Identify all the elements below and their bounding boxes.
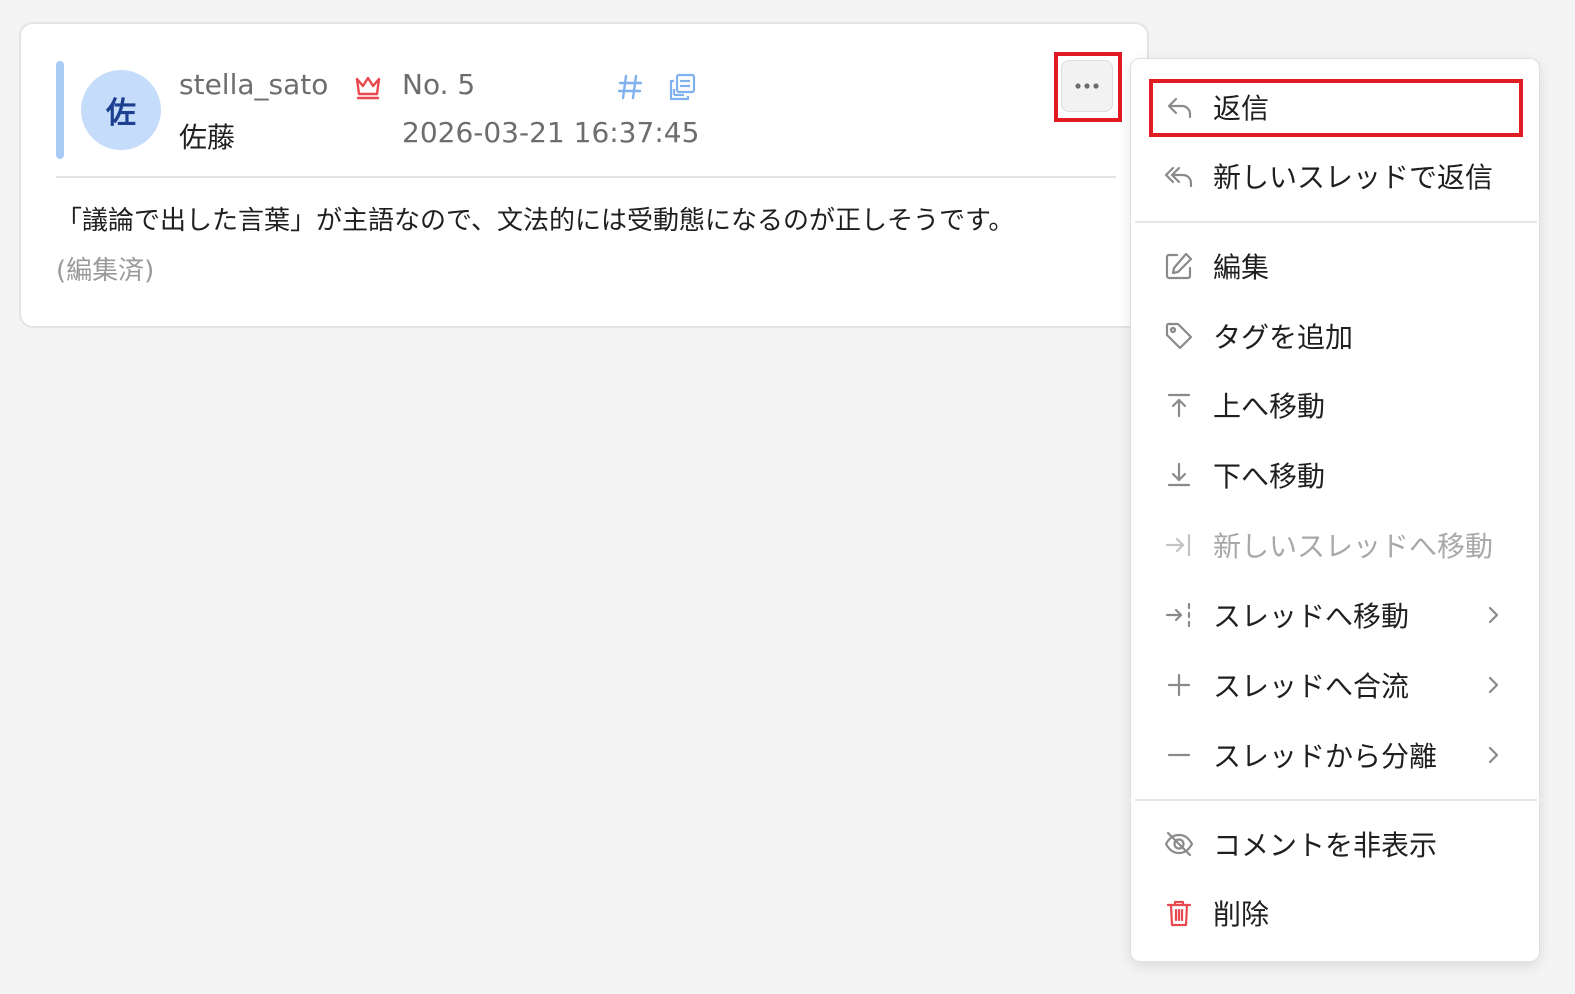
chevron-right-icon — [1488, 606, 1499, 624]
menu-item-reply[interactable]: 返信 — [1131, 75, 1539, 139]
username: stella_sato — [179, 68, 329, 101]
plus-icon — [1163, 669, 1195, 701]
menu-item-split-thread[interactable]: スレッドから分離 — [1131, 723, 1539, 787]
chevron-right-icon — [1488, 676, 1499, 694]
menu-item-label: 削除 — [1213, 898, 1270, 931]
menu-item-label: 編集 — [1213, 251, 1270, 284]
menu-item-label: スレッドへ移動 — [1213, 600, 1410, 633]
menu-item-move-new-thread[interactable]: 新しいスレッドへ移動 — [1131, 513, 1539, 577]
menu-item-label: 新しいスレッドへ移動 — [1213, 530, 1494, 563]
hash-icon[interactable] — [615, 72, 645, 102]
menu-item-label: スレッドへ合流 — [1213, 670, 1410, 703]
chevron-right-icon — [1488, 746, 1499, 764]
crown-icon — [355, 76, 381, 100]
menu-divider — [1135, 221, 1537, 223]
card-divider — [56, 176, 1116, 178]
menu-item-label: 上へ移動 — [1213, 390, 1326, 423]
menu-item-move-down[interactable]: 下へ移動 — [1131, 443, 1539, 507]
comment-card: 佐 stella_sato 佐藤 No. 5 2026-03-21 16:37:… — [19, 22, 1149, 328]
menu-item-move-up[interactable]: 上へ移動 — [1131, 373, 1539, 437]
copy-icon[interactable] — [666, 71, 698, 103]
minus-icon — [1163, 739, 1195, 771]
avatar-initial: 佐 — [106, 96, 136, 131]
edited-label: (編集済) — [56, 256, 155, 286]
menu-item-label: タグを追加 — [1213, 321, 1354, 354]
thread-accent-bar — [56, 61, 64, 159]
trash-icon — [1163, 897, 1195, 929]
post-number: No. 5 — [402, 68, 476, 101]
menu-item-label: 下へ移動 — [1213, 460, 1326, 493]
menu-item-label: コメントを非表示 — [1213, 829, 1438, 862]
timestamp: 2026-03-21 16:37:45 — [402, 116, 700, 149]
move-to-new-thread-icon — [1163, 529, 1195, 561]
move-to-thread-icon — [1163, 599, 1195, 631]
menu-item-label: スレッドから分離 — [1213, 740, 1438, 773]
menu-item-reply-new-thread[interactable]: 新しいスレッドで返信 — [1131, 144, 1539, 208]
reply-icon — [1163, 91, 1195, 123]
menu-item-delete[interactable]: 削除 — [1131, 881, 1539, 945]
context-menu: 返信 新しいスレッドで返信 編集 タグを追加 上へ移動 下へ移動 新しいスレッド… — [1130, 58, 1540, 962]
menu-item-label: 返信 — [1213, 92, 1270, 125]
menu-item-label: 新しいスレッドで返信 — [1213, 161, 1494, 194]
move-top-icon — [1163, 389, 1195, 421]
menu-divider — [1135, 799, 1537, 801]
move-bottom-icon — [1163, 459, 1195, 491]
tag-icon — [1163, 320, 1195, 352]
comment-text: 「議論で出した言葉」が主語なので、文法的には受動態になるのが正しそうです。 — [56, 206, 1015, 236]
menu-item-move-thread[interactable]: スレッドへ移動 — [1131, 583, 1539, 647]
reply-all-icon — [1163, 160, 1195, 192]
avatar[interactable]: 佐 — [81, 70, 161, 150]
menu-item-hide-comment[interactable]: コメントを非表示 — [1131, 812, 1539, 876]
menu-item-edit[interactable]: 編集 — [1131, 234, 1539, 298]
menu-item-add-tag[interactable]: タグを追加 — [1131, 304, 1539, 368]
display-name: 佐藤 — [179, 121, 236, 154]
eye-off-icon — [1163, 828, 1195, 860]
menu-item-merge-thread[interactable]: スレッドへ合流 — [1131, 653, 1539, 717]
more-options-button[interactable] — [1061, 60, 1113, 112]
edit-icon — [1163, 250, 1195, 282]
more-horizontal-icon — [1075, 83, 1099, 89]
